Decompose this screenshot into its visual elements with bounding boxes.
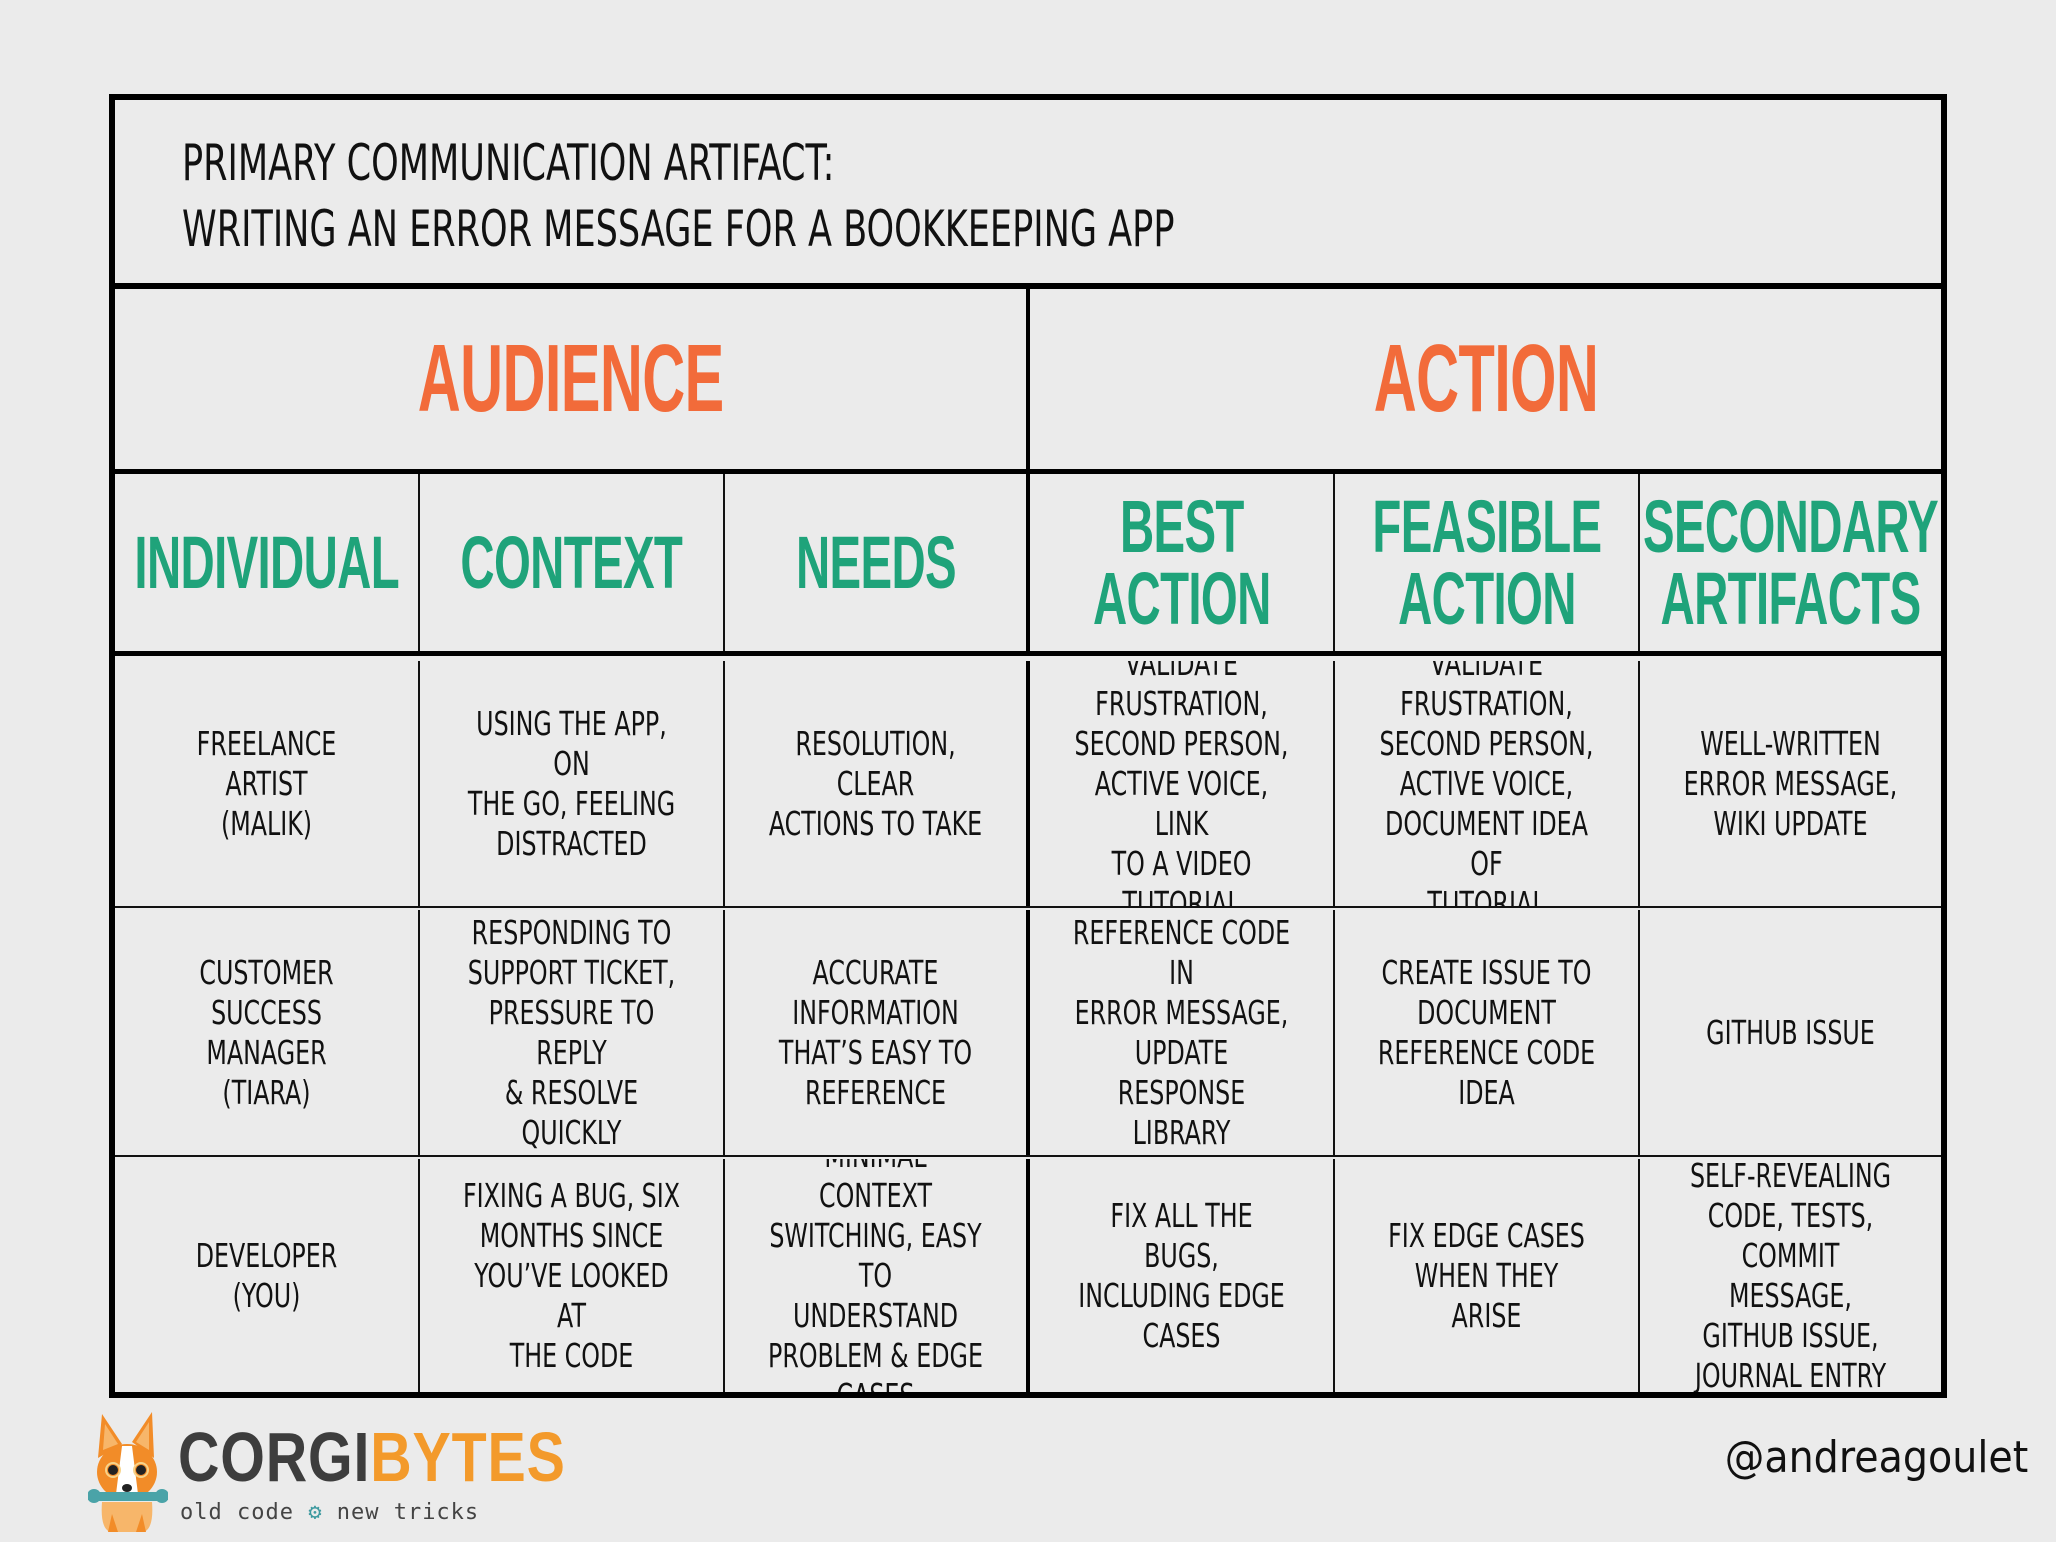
table-row: FREELANCE ARTIST (MALIK) USING THE APP, … — [115, 661, 1941, 908]
brand-wordmark: CORGIBYTES — [178, 1422, 566, 1492]
cell-text: FIX ALL THE BUGS, INCLUDING EDGE CASES — [1078, 1195, 1285, 1355]
cell-context: FIXING A BUG, SIX MONTHS SINCE YOU’VE LO… — [420, 1159, 725, 1392]
column-header-label: SECONDARY ARTIFACTS — [1642, 484, 1939, 640]
table-body: INDIVIDUAL CONTEXT NEEDS BEST ACTION FEA… — [115, 474, 1941, 1392]
tagline-left: old code — [180, 1500, 294, 1525]
communication-artifact-table: PRIMARY COMMUNICATION ARTIFACT: WRITING … — [109, 94, 1947, 1398]
cell-feasible-action: CREATE ISSUE TO DOCUMENT REFERENCE CODE … — [1335, 910, 1640, 1155]
cell-text: VALIDATE FRUSTRATION, SECOND PERSON, ACT… — [1074, 661, 1289, 906]
column-header-label: BEST ACTION — [1092, 484, 1271, 640]
cell-secondary-artifacts: GITHUB ISSUE — [1640, 910, 1941, 1155]
table-row: CUSTOMER SUCCESS MANAGER (TIARA) RESPOND… — [115, 910, 1941, 1157]
section-action-label: ACTION — [1373, 325, 1598, 432]
cell-best-action: VALIDATE FRUSTRATION, SECOND PERSON, ACT… — [1030, 661, 1335, 906]
cell-best-action: REFERENCE CODE IN ERROR MESSAGE, UPDATE … — [1030, 910, 1335, 1155]
brand-tagline: old code ⚙ new tricks — [180, 1500, 479, 1525]
cell-individual: CUSTOMER SUCCESS MANAGER (TIARA) — [115, 910, 420, 1155]
cell-secondary-artifacts: SELF-REVEALING CODE, TESTS, COMMIT MESSA… — [1640, 1159, 1941, 1392]
brand-part-bytes: BYTES — [370, 1418, 566, 1496]
cell-text: RESOLUTION, CLEAR ACTIONS TO TAKE — [768, 723, 983, 843]
cell-text: DEVELOPER (YOU) — [195, 1235, 338, 1315]
cell-text: REFERENCE CODE IN ERROR MESSAGE, UPDATE … — [1072, 912, 1291, 1152]
cell-context: USING THE APP, ON THE GO, FEELING DISTRA… — [420, 661, 725, 906]
cell-text: CREATE ISSUE TO DOCUMENT REFERENCE CODE … — [1377, 952, 1596, 1112]
brand-part-corgi: CORGI — [178, 1418, 371, 1496]
section-action: ACTION — [1030, 289, 1941, 469]
cell-text: ACCURATE INFORMATION THAT’S EASY TO REFE… — [778, 952, 973, 1112]
column-header-row: INDIVIDUAL CONTEXT NEEDS BEST ACTION FEA… — [115, 474, 1941, 656]
section-audience: AUDIENCE — [115, 289, 1030, 469]
column-header-individual: INDIVIDUAL — [115, 474, 420, 651]
cell-text: SELF-REVEALING CODE, TESTS, COMMIT MESSA… — [1689, 1159, 1892, 1392]
cell-text: USING THE APP, ON THE GO, FEELING DISTRA… — [467, 703, 676, 863]
title-row: PRIMARY COMMUNICATION ARTIFACT: WRITING … — [115, 100, 1941, 289]
cell-best-action: FIX ALL THE BUGS, INCLUDING EDGE CASES — [1030, 1159, 1335, 1392]
title-line-1: PRIMARY COMMUNICATION ARTIFACT: — [182, 134, 835, 192]
title-line-2: WRITING AN ERROR MESSAGE FOR A BOOKKEEPI… — [182, 200, 1175, 258]
column-header-secondary-artifacts: SECONDARY ARTIFACTS — [1640, 474, 1941, 651]
section-audience-label: AUDIENCE — [417, 325, 725, 432]
column-header-label: FEASIBLE ACTION — [1371, 484, 1602, 640]
column-header-label: CONTEXT — [460, 520, 683, 604]
cell-text: CUSTOMER SUCCESS MANAGER (TIARA) — [199, 952, 334, 1112]
column-header-context: CONTEXT — [420, 474, 725, 651]
cell-text: FREELANCE ARTIST (MALIK) — [196, 723, 337, 843]
author-handle: @andreagoulet — [1724, 1432, 2028, 1483]
cell-needs: MINIMAL CONTEXT SWITCHING, EASY TO UNDER… — [725, 1159, 1030, 1392]
column-header-label: INDIVIDUAL — [134, 520, 399, 604]
corgi-mascot-icon — [88, 1412, 168, 1532]
cell-feasible-action: VALIDATE FRUSTRATION, SECOND PERSON, ACT… — [1335, 661, 1640, 906]
column-header-label: NEEDS — [795, 520, 957, 604]
column-header-needs: NEEDS — [725, 474, 1030, 651]
cell-text: VALIDATE FRUSTRATION, SECOND PERSON, ACT… — [1379, 661, 1594, 906]
column-header-best-action: BEST ACTION — [1030, 474, 1335, 651]
column-header-feasible-action: FEASIBLE ACTION — [1335, 474, 1640, 651]
section-header-row: AUDIENCE ACTION — [115, 289, 1941, 474]
cell-feasible-action: FIX EDGE CASES WHEN THEY ARISE — [1335, 1159, 1640, 1392]
page-title: PRIMARY COMMUNICATION ARTIFACT: WRITING … — [182, 130, 1174, 262]
cell-text: GITHUB ISSUE — [1706, 1012, 1875, 1052]
tagline-right: new tricks — [336, 1500, 480, 1525]
cell-text: RESPONDING TO SUPPORT TICKET, PRESSURE T… — [467, 912, 676, 1152]
cell-text: FIXING A BUG, SIX MONTHS SINCE YOU’VE LO… — [462, 1175, 681, 1375]
cell-needs: ACCURATE INFORMATION THAT’S EASY TO REFE… — [725, 910, 1030, 1155]
cell-individual: DEVELOPER (YOU) — [115, 1159, 420, 1392]
cell-text: WELL-WRITTEN ERROR MESSAGE, WIKI UPDATE — [1683, 723, 1898, 843]
cell-context: RESPONDING TO SUPPORT TICKET, PRESSURE T… — [420, 910, 725, 1155]
gear-icon: ⚙ — [308, 1500, 323, 1525]
cell-needs: RESOLUTION, CLEAR ACTIONS TO TAKE — [725, 661, 1030, 906]
cell-text: MINIMAL CONTEXT SWITCHING, EASY TO UNDER… — [768, 1159, 983, 1392]
cell-secondary-artifacts: WELL-WRITTEN ERROR MESSAGE, WIKI UPDATE — [1640, 661, 1941, 906]
cell-individual: FREELANCE ARTIST (MALIK) — [115, 661, 420, 906]
corgibytes-logo: CORGIBYTES old code ⚙ new tricks — [88, 1408, 565, 1538]
cell-text: FIX EDGE CASES WHEN THEY ARISE — [1388, 1215, 1585, 1335]
table-row: DEVELOPER (YOU) FIXING A BUG, SIX MONTHS… — [115, 1159, 1941, 1392]
